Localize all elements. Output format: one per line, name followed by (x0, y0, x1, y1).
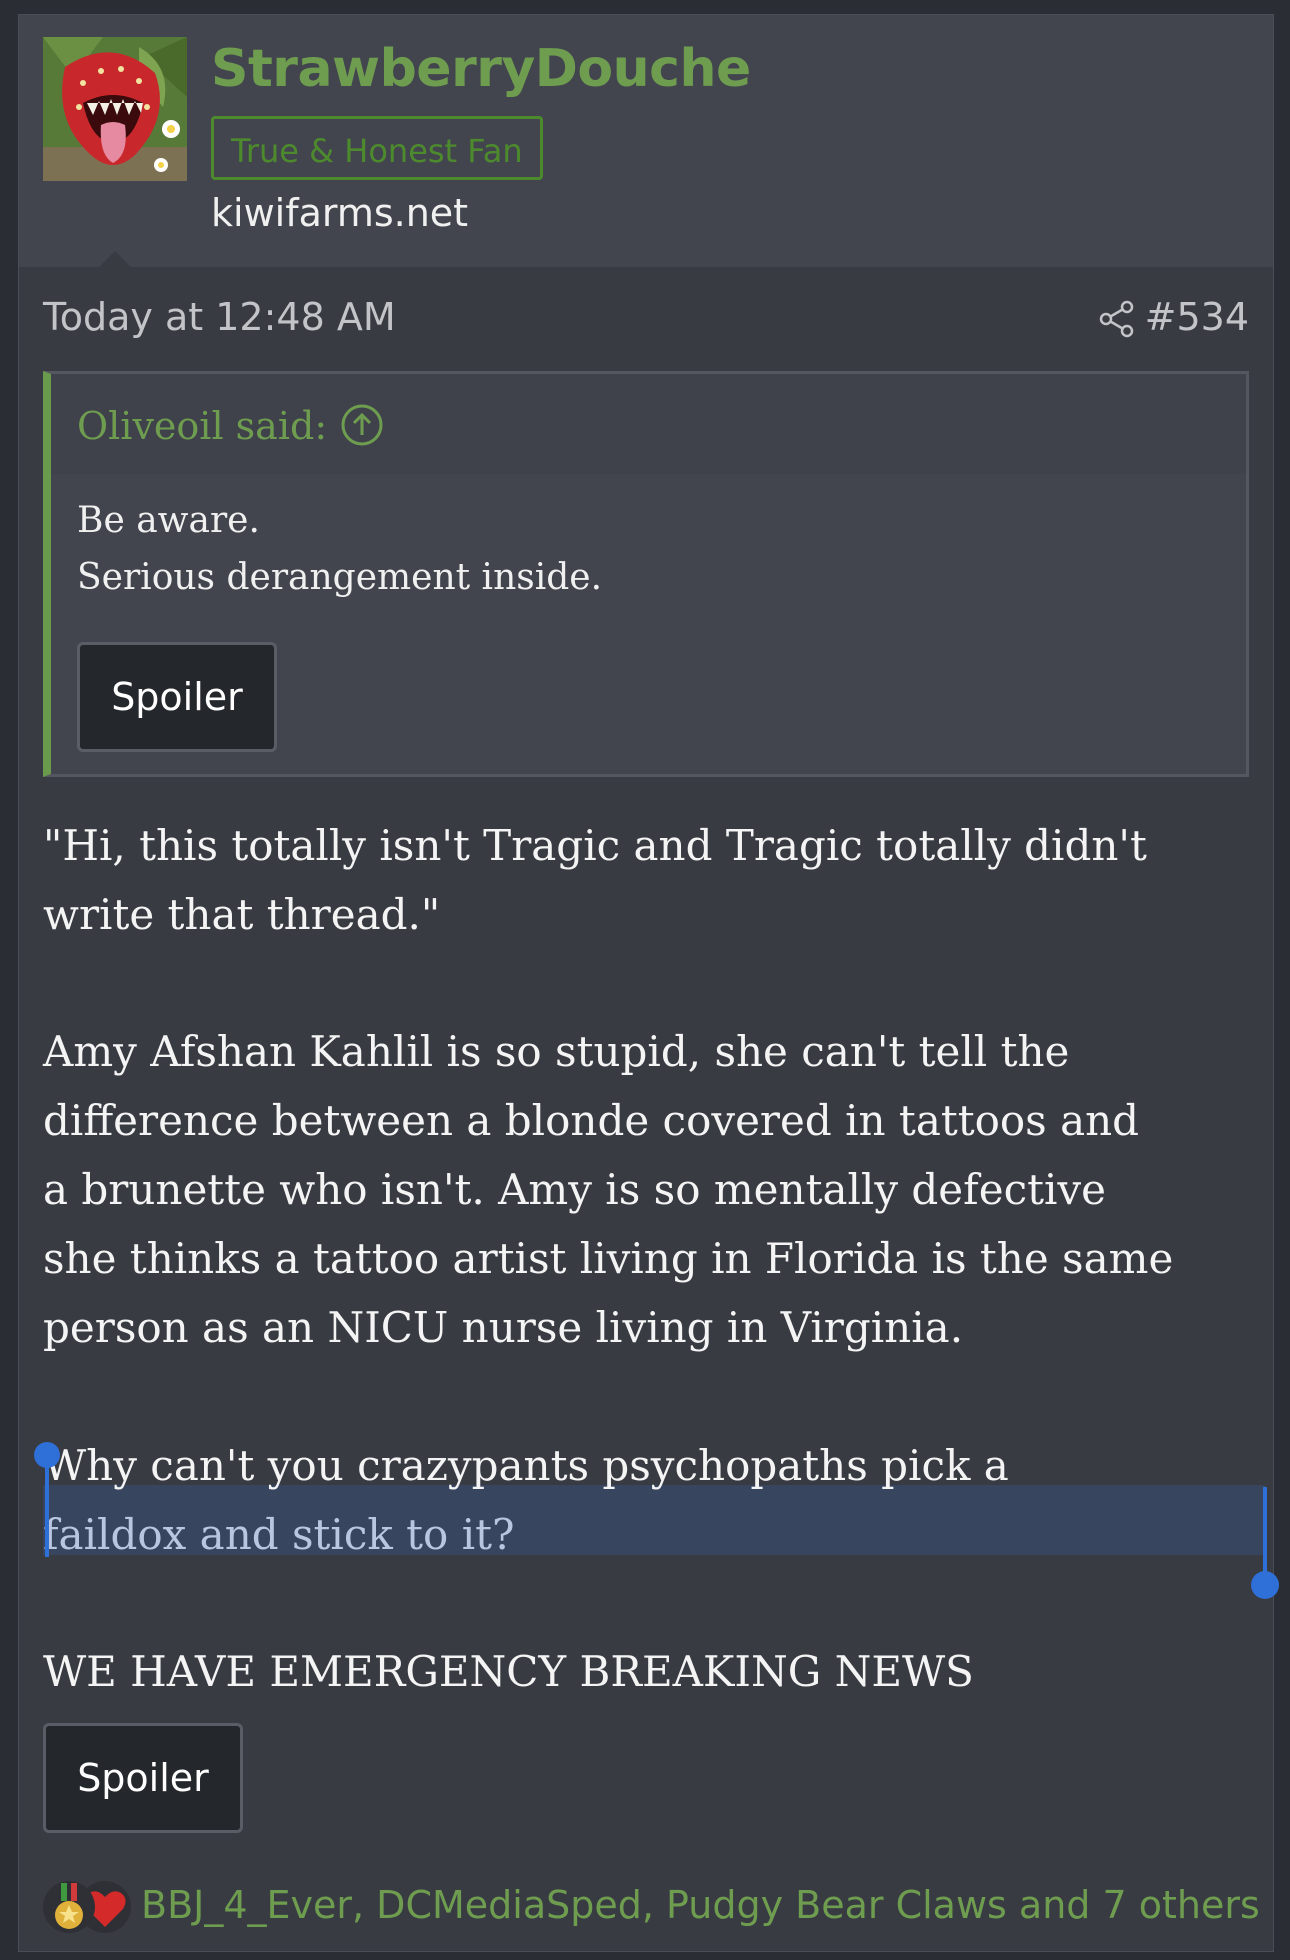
quote-block: Oliveoil said: Be aware. Serious derange… (43, 371, 1249, 777)
post-line: Amy Afshan Kahlil is so stupid, she can'… (43, 1027, 1070, 1076)
post-line: difference between a blonde covered in t… (43, 1096, 1140, 1145)
quote-author[interactable]: Oliveoil said: (77, 404, 327, 448)
header-notch (99, 251, 131, 267)
quote-line: Be aware. (77, 500, 260, 541)
jump-to-quote-icon[interactable] (339, 402, 385, 448)
user-site: kiwifarms.net (211, 191, 469, 235)
quote-text: Be aware. Serious derangement inside. (77, 492, 602, 606)
avatar[interactable] (43, 37, 187, 181)
medal-icon (43, 1881, 95, 1933)
selection-start-handle[interactable] (33, 1441, 61, 1557)
selection-end-handle[interactable] (1249, 1487, 1281, 1601)
post-line: person as an NICU nurse living in Virgin… (43, 1303, 964, 1352)
post-line: Why can't you crazypants psychopaths pic… (43, 1441, 1009, 1490)
post-line-selected: faildox and stick to it? (43, 1510, 515, 1559)
quote-header: Oliveoil said: (51, 374, 1246, 474)
quote-line: Serious derangement inside. (77, 557, 603, 598)
quote-spoiler-button[interactable]: Spoiler (77, 642, 277, 752)
reactions-bar[interactable]: BBJ_4_Ever, DCMediaSped, Pudgy Bear Claw… (39, 1877, 1260, 1937)
post-timestamp[interactable]: Today at 12:48 AM (43, 295, 396, 339)
post-card: StrawberryDouche True & Honest Fan kiwif… (18, 14, 1279, 1952)
post-line: write that thread." (43, 890, 441, 939)
reaction-icons (43, 1881, 131, 1933)
post-paragraph: Amy Afshan Kahlil is so stupid, she can'… (43, 1017, 1253, 1362)
post-paragraph: Why can't you crazypants psychopaths pic… (43, 1431, 1253, 1569)
strawberry-avatar-icon (43, 37, 187, 181)
username[interactable]: StrawberryDouche (211, 39, 751, 99)
post-line: "Hi, this totally isn't Tragic and Tragi… (43, 821, 1147, 870)
reactions-users[interactable]: BBJ_4_Ever, DCMediaSped, Pudgy Bear Claw… (141, 1883, 1260, 1927)
post-user-header: StrawberryDouche True & Honest Fan kiwif… (19, 15, 1273, 267)
post-line: a brunette who isn't. Amy is so mentally… (43, 1165, 1106, 1214)
post-line: she thinks a tattoo artist living in Flo… (43, 1234, 1174, 1283)
share-icon[interactable] (1097, 299, 1137, 339)
post-number-link[interactable]: #534 (1145, 295, 1249, 339)
user-title-badge: True & Honest Fan (211, 116, 543, 180)
post-meta: Today at 12:48 AM #534 (43, 295, 1249, 345)
post-line: WE HAVE EMERGENCY BREAKING NEWS (43, 1647, 974, 1696)
post-paragraph: WE HAVE EMERGENCY BREAKING NEWS (43, 1637, 1253, 1706)
post-paragraph: "Hi, this totally isn't Tragic and Tragi… (43, 811, 1253, 949)
post-spoiler-button[interactable]: Spoiler (43, 1723, 243, 1833)
